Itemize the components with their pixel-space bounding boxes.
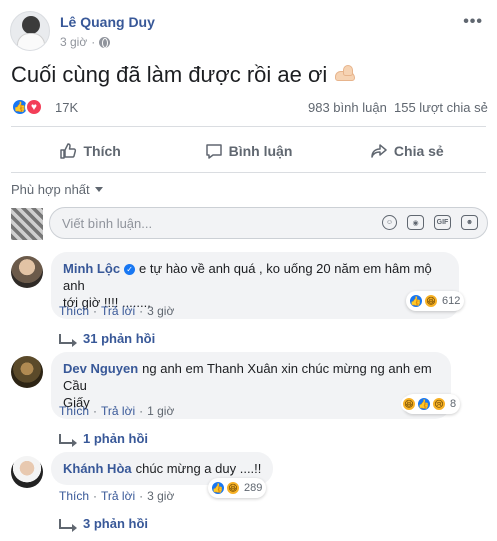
commenter-name[interactable]: Dev Nguyen <box>63 361 138 376</box>
comment-like-link[interactable]: Thích <box>59 489 89 503</box>
sticker-icon[interactable]: ☻ <box>461 215 478 230</box>
comment-label: Bình luận <box>228 143 293 159</box>
comment-reactions[interactable]: 👍 😆 289 <box>208 478 267 498</box>
camera-icon[interactable]: ◉ <box>407 215 424 230</box>
share-button[interactable]: Chia sẻ <box>328 134 486 168</box>
view-replies[interactable]: 3 phản hồi <box>59 516 148 532</box>
like-label: Thích <box>83 143 121 159</box>
sort-label: Phù hợp nhất <box>11 182 90 197</box>
action-bar: Thích Bình luận Chia sẻ <box>11 134 486 168</box>
gif-icon[interactable]: GIF <box>434 215 451 230</box>
speech-bubble-icon <box>205 144 222 159</box>
viewer-avatar <box>11 208 43 240</box>
comment-composer: ☺ ◉ GIF ☻ <box>11 205 488 241</box>
emoji-icon[interactable]: ☺ <box>382 215 397 230</box>
commenter-name[interactable]: Minh Lộc <box>63 261 120 276</box>
commenter-avatar[interactable] <box>11 256 43 288</box>
post-body: Cuối cùng đã làm được rồi ae ơi <box>11 62 328 87</box>
author-avatar[interactable] <box>10 11 50 51</box>
flexed-biceps-icon <box>333 65 357 85</box>
comment-reaction-count: 8 <box>450 398 457 410</box>
comment-actions: Thích · Trả lời · 3 giờ <box>59 489 175 503</box>
commenter-name[interactable]: Khánh Hòa <box>63 461 132 476</box>
comment-actions: Thích · Trả lời · 3 giờ <box>59 304 175 318</box>
divider <box>11 126 486 127</box>
sad-icon: 😢 <box>431 396 447 412</box>
reply-arrow-icon <box>59 518 77 532</box>
post-meta: 3 giờ · <box>60 35 111 49</box>
comment-reply-link[interactable]: Trả lời <box>101 404 135 418</box>
comment-button[interactable]: Bình luận <box>169 134 327 168</box>
post-time[interactable]: 3 giờ <box>60 35 87 49</box>
like-icon: 👍 <box>416 396 432 412</box>
divider <box>11 172 486 173</box>
comment-reply-link[interactable]: Trả lời <box>101 489 135 503</box>
like-button[interactable]: Thích <box>11 134 169 168</box>
comment-reaction-count: 289 <box>244 482 263 494</box>
post-text: Cuối cùng đã làm được rồi ae ơi <box>11 62 357 88</box>
reaction-summary: 👍 ♥ 17K 983 bình luận 155 lượt chia sẻ <box>11 98 488 118</box>
comment-reaction-count: 612 <box>442 295 461 307</box>
reaction-icons[interactable]: 👍 ♥ <box>11 98 43 116</box>
view-replies[interactable]: 1 phản hồi <box>59 431 148 447</box>
comment-actions: Thích · Trả lời · 1 giờ <box>59 404 175 418</box>
more-options-icon[interactable]: ••• <box>463 13 483 31</box>
view-replies[interactable]: 31 phản hồi <box>59 331 156 347</box>
thumbs-up-icon <box>60 143 77 159</box>
comment-time[interactable]: 3 giờ <box>147 489 174 503</box>
globe-icon <box>99 36 111 48</box>
comment-reactions[interactable]: 👍 😆 612 <box>406 291 465 311</box>
haha-icon: 😆 <box>423 293 439 309</box>
comment-time[interactable]: 1 giờ <box>147 404 174 418</box>
replies-label: 31 phản hồi <box>83 331 156 346</box>
comment-like-link[interactable]: Thích <box>59 304 89 318</box>
commenter-avatar[interactable] <box>11 356 43 388</box>
reaction-count[interactable]: 17K <box>55 100 78 115</box>
caret-down-icon <box>94 187 103 192</box>
share-count[interactable]: 155 lượt chia sẻ <box>394 100 488 115</box>
haha-icon: 😆 <box>225 480 241 496</box>
comment-reply-link[interactable]: Trả lời <box>101 304 135 318</box>
comment-time[interactable]: 3 giờ <box>147 304 174 318</box>
share-label: Chia sẻ <box>393 143 444 159</box>
post-header: Lê Quang Duy 3 giờ · ••• <box>10 9 487 53</box>
share-arrow-icon <box>371 144 387 158</box>
haha-icon: 😆 <box>401 396 417 412</box>
comment-count[interactable]: 983 bình luận <box>308 100 387 115</box>
reply-arrow-icon <box>59 433 77 447</box>
reply-arrow-icon <box>59 333 77 347</box>
replies-label: 3 phản hồi <box>83 516 148 531</box>
composer-tools: ☺ ◉ GIF ☻ <box>382 215 478 230</box>
meta-separator: · <box>91 35 96 49</box>
love-icon: ♥ <box>25 98 43 116</box>
comment-reactions[interactable]: 😆 👍 😢 8 <box>401 394 461 414</box>
replies-label: 1 phản hồi <box>83 431 148 446</box>
author-name[interactable]: Lê Quang Duy <box>60 14 155 30</box>
comment-like-link[interactable]: Thích <box>59 404 89 418</box>
like-icon: 👍 <box>408 293 424 309</box>
comment-text-line1: chúc mừng a duy ....!! <box>135 461 262 476</box>
commenter-avatar[interactable] <box>11 456 43 488</box>
verified-badge-icon: ✓ <box>124 264 136 276</box>
like-icon: 👍 <box>210 480 226 496</box>
comment-sort-dropdown[interactable]: Phù hợp nhất <box>11 182 103 197</box>
